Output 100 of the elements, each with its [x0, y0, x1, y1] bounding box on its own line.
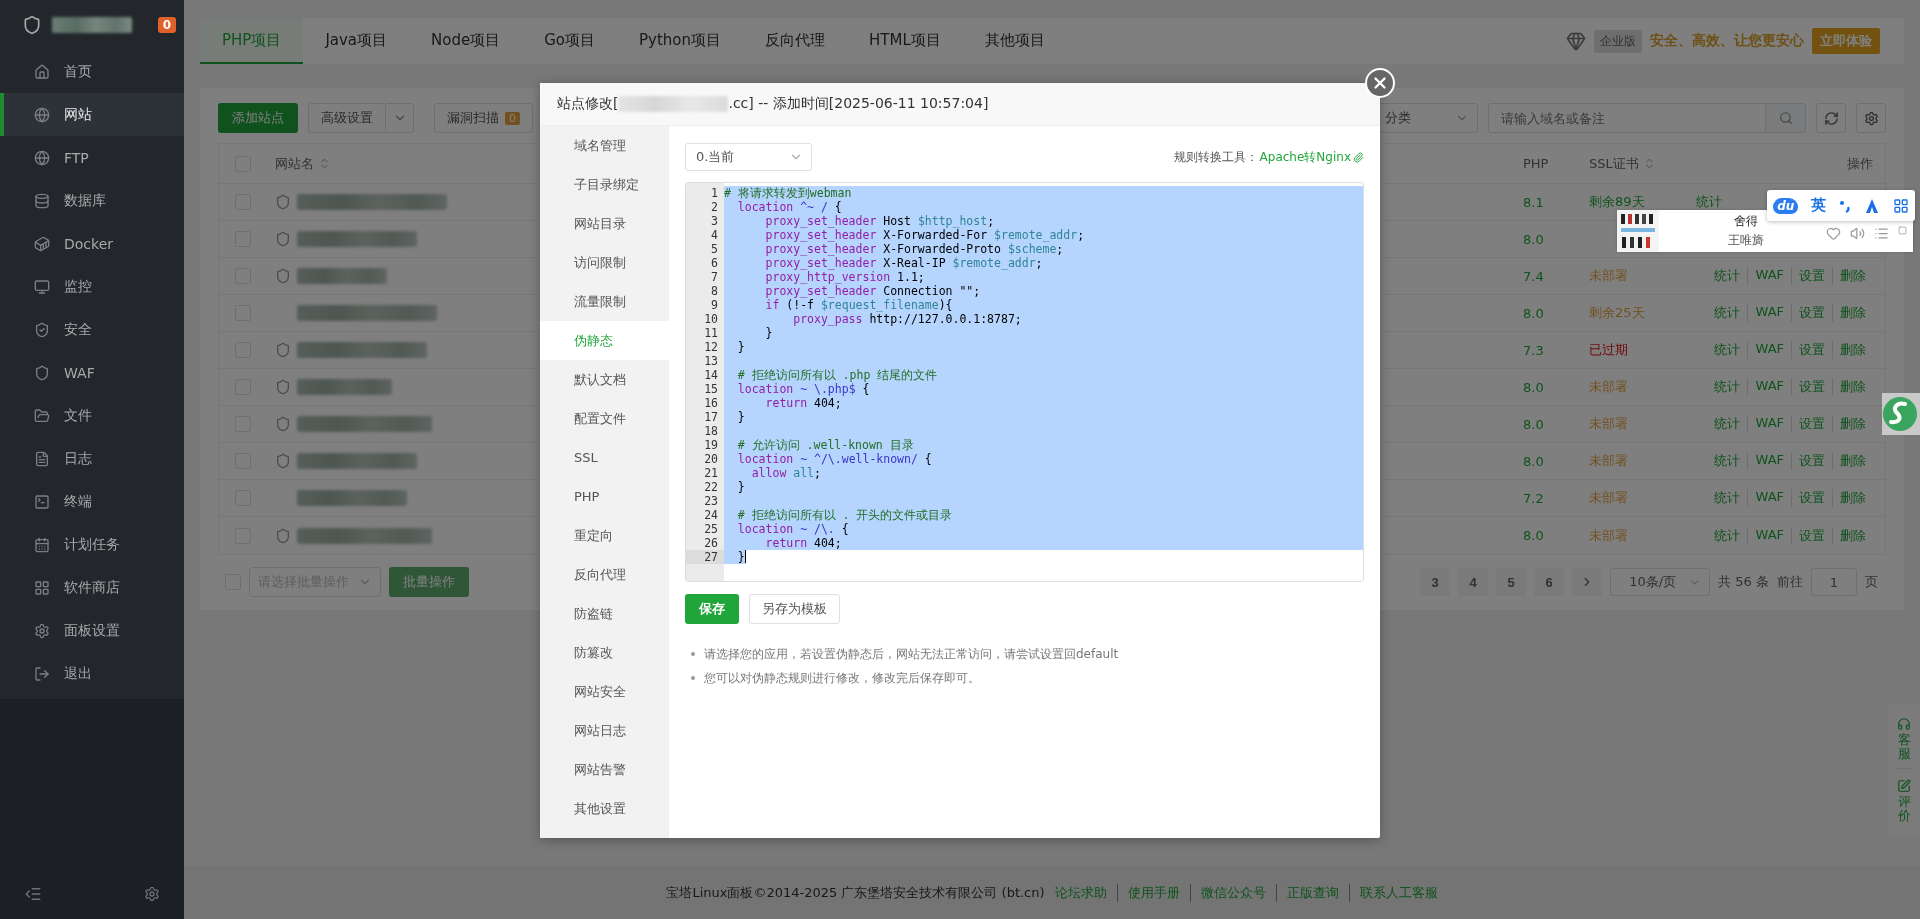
settings-nav-item[interactable]: 其他设置: [540, 789, 669, 828]
action-link[interactable]: WAF: [1747, 489, 1791, 507]
settings-nav-item[interactable]: 域名管理: [540, 126, 669, 165]
collapse-icon[interactable]: [24, 885, 42, 903]
page-input[interactable]: 1: [1811, 568, 1857, 596]
sidebar-item[interactable]: 计划任务: [0, 523, 184, 566]
list-icon[interactable]: [1874, 226, 1889, 241]
version-select[interactable]: 0.当前: [685, 143, 812, 171]
sidebar-item[interactable]: 退出: [0, 652, 184, 695]
settings-nav-item[interactable]: 网站告警: [540, 750, 669, 789]
settings-nav-item[interactable]: SSL: [540, 438, 669, 477]
headset-icon[interactable]: [1897, 717, 1911, 731]
settings-nav-item[interactable]: 默认文档: [540, 360, 669, 399]
search-button[interactable]: [1766, 103, 1806, 133]
project-tab[interactable]: Node项目: [409, 18, 523, 64]
footer-link[interactable]: 论坛求助: [1054, 883, 1107, 902]
settings-nav-item[interactable]: 网站安全: [540, 672, 669, 711]
action-link[interactable]: 删除: [1832, 304, 1873, 322]
settings-nav-item[interactable]: PHP: [540, 477, 669, 516]
sidebar-item[interactable]: 安全: [0, 308, 184, 351]
code-editor[interactable]: [685, 182, 1364, 582]
action-link[interactable]: WAF: [1747, 267, 1791, 285]
sidebar-item[interactable]: 终端: [0, 480, 184, 523]
footer-link[interactable]: 正版查询: [1275, 883, 1339, 902]
footer-link[interactable]: 使用手册: [1116, 883, 1180, 902]
footer-link[interactable]: 联系人工客服: [1348, 883, 1438, 902]
action-link[interactable]: 统计: [1707, 452, 1748, 470]
refresh-button[interactable]: [1816, 103, 1846, 133]
footer-link[interactable]: 微信公众号: [1189, 883, 1266, 902]
dropdown-button[interactable]: [386, 103, 414, 133]
settings-icon[interactable]: [144, 886, 160, 902]
project-tab[interactable]: 其他项目: [962, 18, 1067, 64]
float-label[interactable]: 客服: [1897, 733, 1911, 762]
action-link[interactable]: 删除: [1832, 341, 1873, 359]
page-button[interactable]: 6: [1534, 568, 1565, 596]
action-link[interactable]: 统计: [1707, 341, 1748, 359]
sidebar-item[interactable]: 监控: [0, 265, 184, 308]
action-link[interactable]: 统计: [1707, 378, 1748, 396]
sidebar-item[interactable]: 首页: [0, 50, 184, 93]
settings-nav-item[interactable]: 配置文件: [540, 399, 669, 438]
action-link[interactable]: 删除: [1832, 489, 1873, 507]
close-button[interactable]: [1365, 68, 1395, 98]
action-link[interactable]: 设置: [1791, 526, 1832, 545]
action-link[interactable]: 删除: [1832, 452, 1873, 470]
search-field[interactable]: 请输入域名或备注: [1488, 103, 1766, 133]
edit-icon[interactable]: [1897, 778, 1911, 793]
sidebar-item[interactable]: 面板设置: [0, 609, 184, 652]
action-link[interactable]: 设置: [1791, 489, 1832, 507]
action-link[interactable]: 统计: [1707, 415, 1748, 433]
heart-icon[interactable]: [1826, 226, 1841, 241]
converter-link[interactable]: Apache转Nginx: [1259, 148, 1351, 166]
action-link[interactable]: WAF: [1747, 415, 1791, 433]
action-link[interactable]: WAF: [1747, 378, 1791, 396]
action-link[interactable]: 设置: [1791, 304, 1832, 322]
next-page-button[interactable]: [1572, 568, 1603, 596]
project-tab[interactable]: HTML项目: [847, 18, 963, 64]
sort-icon[interactable]: [318, 157, 331, 170]
settings-button[interactable]: [1856, 103, 1886, 133]
sidebar-item[interactable]: FTP: [0, 136, 184, 179]
ime-logo[interactable]: du: [1773, 197, 1799, 214]
settings-nav-item[interactable]: 网站日志: [540, 711, 669, 750]
action-link[interactable]: WAF: [1747, 341, 1791, 359]
sidebar-item[interactable]: 数据库: [0, 179, 184, 222]
float-label[interactable]: 评价: [1897, 794, 1911, 824]
action-link[interactable]: 删除: [1832, 267, 1873, 285]
save-as-template-button[interactable]: 另存为模板: [749, 594, 840, 624]
action-link[interactable]: 统计: [1707, 526, 1748, 545]
project-tab[interactable]: Go项目: [522, 18, 618, 64]
project-tab[interactable]: Python项目: [617, 18, 744, 64]
action-link[interactable]: WAF: [1747, 304, 1791, 322]
grid-icon[interactable]: [1892, 197, 1909, 214]
settings-nav-item[interactable]: 重定向: [540, 516, 669, 555]
action-link[interactable]: WAF: [1747, 452, 1791, 470]
action-link[interactable]: WAF: [1747, 526, 1791, 545]
settings-nav-item[interactable]: 反向代理: [540, 555, 669, 594]
sidebar-item[interactable]: 日志: [0, 437, 184, 480]
action-link[interactable]: 设置: [1791, 378, 1832, 396]
action-link[interactable]: 设置: [1791, 341, 1832, 359]
sidebar-item[interactable]: 软件商店: [0, 566, 184, 609]
page-button[interactable]: 4: [1458, 568, 1489, 596]
page-button[interactable]: 5: [1496, 568, 1527, 596]
action-link[interactable]: 删除: [1832, 415, 1873, 433]
action-link[interactable]: 设置: [1791, 267, 1832, 285]
settings-nav-item[interactable]: 访问限制: [540, 243, 669, 282]
action-link[interactable]: 统计: [1707, 304, 1748, 322]
settings-nav-item[interactable]: 伪静态: [540, 321, 669, 360]
sidebar-item[interactable]: WAF: [0, 351, 184, 394]
punctuation-icon[interactable]: [1838, 198, 1853, 213]
action-link[interactable]: 删除: [1832, 378, 1873, 396]
action-link[interactable]: 删除: [1832, 526, 1873, 545]
add-site-button[interactable]: 添加站点: [218, 103, 298, 133]
settings-nav-item[interactable]: 防篡改: [540, 633, 669, 672]
language-toggle[interactable]: 英: [1810, 196, 1826, 215]
action-link[interactable]: 统计: [1689, 193, 1729, 211]
sidebar-item[interactable]: Docker: [0, 222, 184, 265]
advanced-settings-button[interactable]: 高级设置: [308, 103, 386, 133]
try-now-button[interactable]: 立即体验: [1812, 28, 1880, 54]
vulnerability-scan-button[interactable]: 漏洞扫描 0: [434, 103, 533, 133]
sidebar-item[interactable]: 文件: [0, 394, 184, 437]
action-link[interactable]: 统计: [1707, 489, 1748, 507]
